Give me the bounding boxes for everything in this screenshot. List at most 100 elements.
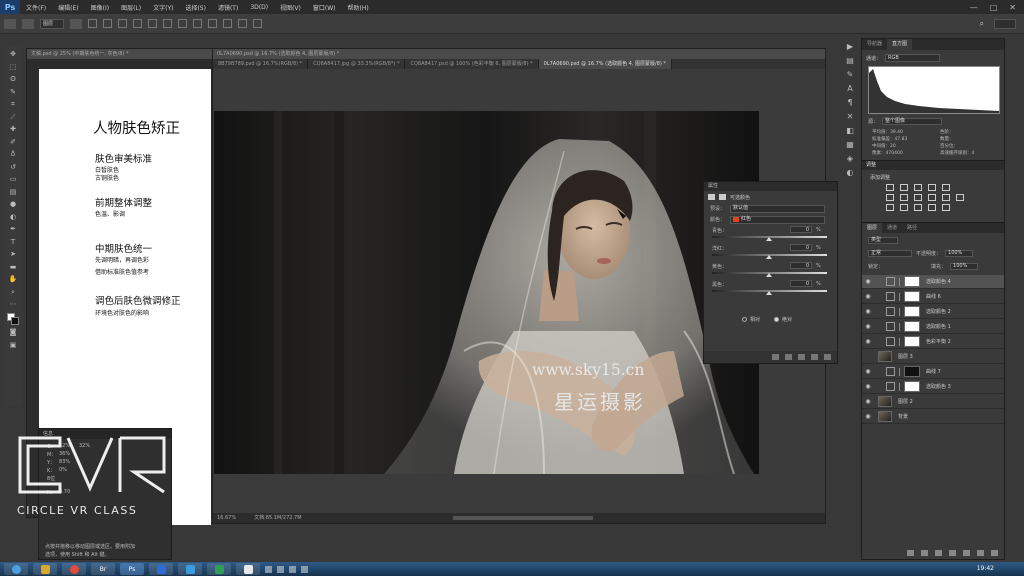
eye-icon[interactable]: ◉ — [862, 293, 874, 300]
layer-row[interactable]: ◉ 选取颜色 3 — [862, 380, 1004, 394]
new-layer-icon[interactable] — [977, 550, 984, 556]
gradient-map-icon[interactable] — [928, 204, 936, 211]
add-mask-icon[interactable] — [935, 550, 942, 556]
align-right-icon[interactable] — [163, 19, 172, 28]
radio-dot[interactable] — [742, 317, 747, 322]
document-title[interactable]: 文稿.psd @ 25% (中期肤色统一, 灰色/8) * — [27, 49, 215, 59]
posterize-icon[interactable] — [900, 204, 908, 211]
history-icon[interactable]: ▤ — [845, 56, 855, 65]
distribute-hcenter-icon[interactable] — [238, 19, 247, 28]
fx-icon[interactable] — [921, 550, 928, 556]
tray-icon[interactable] — [301, 565, 308, 573]
gradient-tool-icon[interactable]: ▤ — [8, 188, 19, 197]
threshold-icon[interactable] — [914, 204, 922, 211]
distribute-vcenter-icon[interactable] — [193, 19, 202, 28]
invert-icon[interactable] — [886, 204, 894, 211]
curves-icon[interactable] — [914, 184, 922, 191]
document-size[interactable]: 文档:85.1M/272.7M — [254, 513, 301, 523]
color-lookup-icon[interactable] — [956, 194, 964, 201]
eye-icon[interactable]: ◉ — [862, 323, 874, 330]
menu-image[interactable]: 图像(I) — [85, 3, 115, 12]
taskbar-app[interactable] — [62, 563, 86, 575]
slider-knob[interactable] — [766, 291, 772, 295]
hue-saturation-icon[interactable] — [886, 194, 894, 201]
document-title[interactable]: 0L7A0690.psd @ 16.7% (选取颜色 4, 图层蒙版/8) * — [213, 49, 825, 59]
tab-channels[interactable]: 通道 — [882, 223, 902, 233]
layer-mask-thumbnail[interactable] — [904, 276, 920, 287]
screen-mode-icon[interactable]: ▣ — [8, 341, 19, 350]
play-icon[interactable]: ▶ — [845, 42, 855, 51]
search-icon[interactable]: ⌕ — [980, 19, 984, 29]
lasso-tool-icon[interactable]: ʘ — [8, 75, 19, 84]
more-tools-icon[interactable]: ⋯ — [8, 300, 19, 309]
distribute-top-icon[interactable] — [178, 19, 187, 28]
paragraph-icon[interactable]: A — [845, 84, 855, 93]
distribute-left-icon[interactable] — [223, 19, 232, 28]
taskbar-app[interactable] — [236, 563, 260, 575]
levels-icon[interactable] — [900, 184, 908, 191]
eyedropper-tool-icon[interactable]: ⟋ — [8, 113, 19, 122]
maximize-button[interactable]: □ — [990, 3, 998, 12]
channel-mixer-icon[interactable] — [942, 194, 950, 201]
absolute-radio[interactable]: 绝对 — [774, 316, 792, 323]
styles-icon[interactable]: ◈ — [845, 154, 855, 163]
slider-value-input[interactable]: 0 — [790, 244, 812, 251]
delete-layer-icon[interactable] — [991, 550, 998, 556]
swatches-icon[interactable]: ▦ — [845, 140, 855, 149]
color-icon[interactable]: ◧ — [845, 126, 855, 135]
path-select-tool-icon[interactable]: ➤ — [8, 250, 19, 259]
eraser-tool-icon[interactable]: ▭ — [8, 175, 19, 184]
fill-input[interactable]: 100% — [950, 263, 979, 270]
layer-row[interactable]: ◉ 图层 2 — [862, 395, 1004, 409]
black-white-icon[interactable] — [914, 194, 922, 201]
align-bottom-icon[interactable] — [118, 19, 127, 28]
marquee-tool-icon[interactable]: ⬚ — [8, 63, 19, 72]
minimize-button[interactable]: — — [970, 3, 978, 12]
type-tool-icon[interactable]: T — [8, 238, 19, 247]
blend-mode-dropdown[interactable]: 正常 — [868, 250, 912, 257]
selective-color-icon[interactable] — [942, 204, 950, 211]
taskbar-app[interactable] — [33, 563, 57, 575]
layer-row[interactable]: ◉ 选取颜色 1 — [862, 320, 1004, 334]
clone-stamp-tool-icon[interactable]: ♁ — [8, 150, 19, 159]
eye-icon[interactable]: ◉ — [862, 338, 874, 345]
eye-icon[interactable]: ◉ — [862, 413, 874, 420]
menu-edit[interactable]: 编辑(E) — [52, 3, 84, 12]
tray-icon[interactable] — [265, 565, 272, 573]
brush-tool-icon[interactable]: ✐ — [8, 138, 19, 147]
brush-preset-icon[interactable]: ✎ — [845, 70, 855, 79]
workspace-switcher[interactable] — [994, 18, 1016, 29]
menu-3d[interactable]: 3D(D) — [244, 4, 274, 11]
menu-filter[interactable]: 滤镜(T) — [212, 3, 244, 12]
layer-row[interactable]: ◉ 色彩平衡 2 — [862, 335, 1004, 349]
slider-knob[interactable] — [766, 273, 772, 277]
layer-row[interactable]: ◉ 曲线 7 — [862, 365, 1004, 379]
visibility-icon[interactable] — [811, 354, 818, 360]
layer-mask-thumbnail[interactable] — [904, 306, 920, 317]
eye-icon[interactable]: ◉ — [862, 368, 874, 375]
align-vcenter-icon[interactable] — [103, 19, 112, 28]
opacity-input[interactable]: 100% — [945, 250, 974, 257]
distribute-right-icon[interactable] — [253, 19, 262, 28]
align-top-icon[interactable] — [88, 19, 97, 28]
filter-kind-dropdown[interactable]: 类型 — [868, 237, 898, 244]
slider-knob[interactable] — [766, 237, 772, 241]
move-tool-icon[interactable]: ✥ — [8, 50, 19, 59]
layer-row[interactable]: ◉ 选取颜色 4 — [862, 275, 1004, 289]
layer-mask-thumbnail[interactable] — [904, 321, 920, 332]
horizontal-scrollbar[interactable] — [453, 516, 593, 520]
eye-icon[interactable]: ◉ — [862, 278, 874, 285]
character-icon[interactable]: ¶ — [845, 98, 855, 107]
source-dropdown[interactable]: 整个图像 — [882, 118, 943, 125]
quick-mask-icon[interactable]: ◙ — [8, 328, 19, 337]
auto-select-icon[interactable] — [22, 18, 34, 29]
delete-icon[interactable] — [824, 354, 831, 360]
distribute-bottom-icon[interactable] — [208, 19, 217, 28]
menu-type[interactable]: 文字(Y) — [147, 3, 179, 12]
new-adjustment-icon[interactable] — [949, 550, 956, 556]
zoom-level[interactable]: 16.67% — [217, 513, 236, 523]
taskbar-app-photoshop[interactable]: Ps — [120, 563, 144, 575]
menu-window[interactable]: 窗口(W) — [307, 3, 342, 12]
layer-mask-thumbnail[interactable] — [904, 291, 920, 302]
yellow-slider[interactable]: 黄色： 0 % — [704, 261, 837, 279]
